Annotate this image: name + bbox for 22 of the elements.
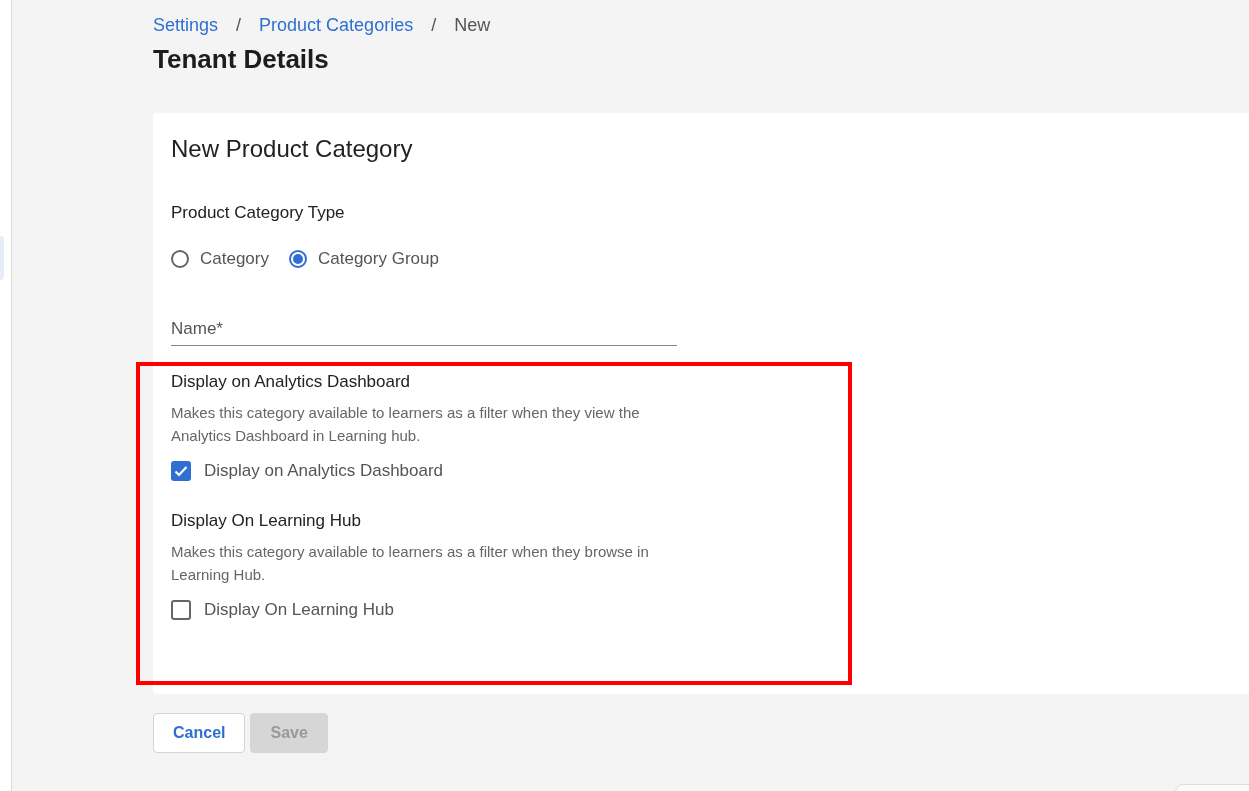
field-label: Product Category Type	[171, 203, 346, 223]
checkbox-option[interactable]: Display on Analytics Dashboard	[171, 461, 1231, 481]
section-description: Makes this category available to learners as a filter when they browse in Learning Hub.	[171, 542, 650, 585]
breadcrumb-link[interactable]: Settings	[153, 14, 219, 36]
checkbox[interactable]	[171, 600, 191, 620]
breadcrumb-current: New	[454, 14, 491, 36]
breadcrumb-link[interactable]: Product Categories	[259, 14, 414, 36]
radio-option[interactable]: Category	[171, 249, 269, 269]
cancel-button[interactable]: Cancel	[153, 713, 246, 753]
checkbox-option[interactable]: Display On Learning Hub	[171, 600, 1231, 620]
section-heading: Display On Learning Hub	[171, 511, 362, 531]
radio-icon[interactable]	[171, 250, 189, 268]
card-title: New Product Category	[171, 135, 414, 163]
breadcrumb-separator: /	[236, 14, 242, 36]
radio-option[interactable]: Category Group	[289, 249, 439, 269]
breadcrumb-separator: /	[431, 14, 437, 36]
checkbox[interactable]	[171, 461, 191, 481]
section-description: Makes this category available to learners as a filter when they view the Analytics Dashboard in Learning hub.	[171, 403, 641, 446]
section-heading: Display on Analytics Dashboard	[171, 372, 412, 392]
page-title: Tenant Details	[153, 44, 330, 76]
name-field[interactable]: Name*	[171, 319, 677, 346]
radio-icon[interactable]	[289, 250, 307, 268]
